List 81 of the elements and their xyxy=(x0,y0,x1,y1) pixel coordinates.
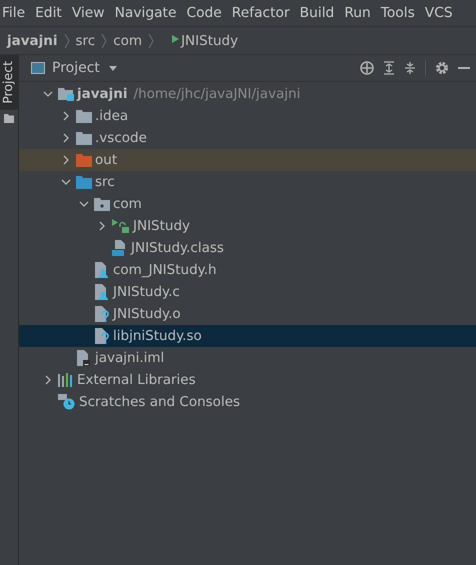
tree-item-label: out xyxy=(95,152,118,168)
tree-item-label: Scratches and Consoles xyxy=(79,394,240,410)
tree-row[interactable]: JNIStudy.o xyxy=(19,303,476,325)
tree-item-label: com_JNIStudy.h xyxy=(113,262,217,278)
folder-icon xyxy=(76,132,92,144)
menu-item[interactable]: Refactor xyxy=(232,5,290,21)
menu-item[interactable]: Navigate xyxy=(114,5,176,21)
tree-row[interactable]: JNIStudy.class xyxy=(19,237,476,259)
menu-item[interactable]: File xyxy=(2,5,26,21)
menu-item[interactable]: View xyxy=(72,5,105,21)
chevron-down-icon[interactable] xyxy=(61,179,71,185)
tree-item-label: .idea xyxy=(95,108,128,124)
project-path: /home/jhc/javaJNI/javajni xyxy=(134,86,300,102)
chevron-icon xyxy=(101,32,108,48)
tree-row[interactable]: com xyxy=(19,193,476,215)
class-run-icon xyxy=(112,219,130,233)
tree-row[interactable]: External Libraries xyxy=(19,369,476,391)
tree-item-label: JNIStudy.o xyxy=(113,306,181,322)
unknown-file-icon xyxy=(94,306,110,322)
tree-item-label: src xyxy=(95,174,115,190)
breadcrumb-item[interactable]: src xyxy=(76,32,96,48)
chevron-right-icon[interactable] xyxy=(63,133,69,143)
chevron-right-icon[interactable] xyxy=(45,375,51,385)
menu-item[interactable]: VCS xyxy=(424,5,453,21)
menu-item[interactable]: Edit xyxy=(35,5,62,21)
tree-row[interactable]: out xyxy=(19,149,476,171)
library-icon xyxy=(58,373,74,387)
c-file-icon xyxy=(94,284,110,300)
chevron-down-icon[interactable] xyxy=(43,91,53,97)
menu-item[interactable]: Run xyxy=(344,5,371,21)
tree-item-label: .vscode xyxy=(95,130,147,146)
menu-item[interactable]: Build xyxy=(300,5,334,21)
tree-item-label: javajni xyxy=(77,86,128,102)
window-icon xyxy=(31,62,45,74)
tree-item-label: JNIStudy.c xyxy=(113,284,180,300)
tree-item-label: libjniStudy.so xyxy=(113,328,202,344)
tree-item-label: JNIStudy xyxy=(133,218,190,234)
folder-icon xyxy=(76,176,92,188)
chevron-right-icon[interactable] xyxy=(63,155,69,165)
menu-item[interactable]: Tools xyxy=(380,5,415,21)
tree-row[interactable]: JNIStudy xyxy=(19,215,476,237)
unknown-file-icon xyxy=(94,328,110,344)
crosshair-icon[interactable] xyxy=(360,61,374,75)
run-icon xyxy=(172,35,180,43)
package-icon xyxy=(94,198,110,210)
c-file-icon xyxy=(94,262,110,278)
tree-row[interactable]: .vscode xyxy=(19,127,476,149)
tree-item-label: javajni.iml xyxy=(95,350,164,366)
settings-icon[interactable] xyxy=(435,61,449,75)
breadcrumb-item[interactable]: com xyxy=(113,32,142,48)
tree-row[interactable]: Scratches and Consoles xyxy=(19,391,476,413)
folder-icon xyxy=(76,110,92,122)
folder-icon xyxy=(4,114,14,123)
tree-row[interactable]: com_JNIStudy.h xyxy=(19,259,476,281)
tree-row[interactable]: JNIStudy.c xyxy=(19,281,476,303)
chevron-icon xyxy=(148,32,154,48)
collapse-all-icon[interactable] xyxy=(404,61,416,75)
file-icon xyxy=(76,350,92,366)
chevron-down-icon[interactable] xyxy=(79,201,89,207)
binary-file-icon xyxy=(112,240,128,256)
tree-row[interactable]: src xyxy=(19,171,476,193)
panel-title[interactable]: Project xyxy=(52,60,100,76)
tree-row[interactable]: javajni.iml xyxy=(19,347,476,369)
tree-item-label: JNIStudy.class xyxy=(131,240,224,256)
scratch-clock-icon xyxy=(58,394,76,410)
breadcrumb-item[interactable]: JNIStudy xyxy=(181,32,238,48)
module-folder-icon xyxy=(58,87,74,101)
chevron-icon xyxy=(64,32,70,48)
tree-row[interactable]: javajni /home/jhc/javaJNI/javajni xyxy=(19,83,476,105)
chevron-right-icon[interactable] xyxy=(63,111,69,121)
breadcrumb-item[interactable]: javajni xyxy=(7,32,58,48)
tree-row[interactable]: .idea xyxy=(19,105,476,127)
tree-item-label: External Libraries xyxy=(77,372,196,388)
expand-all-icon[interactable] xyxy=(383,61,395,75)
menu-item[interactable]: Code xyxy=(186,5,222,21)
project-tab[interactable]: Project xyxy=(0,55,18,110)
chevron-right-icon[interactable] xyxy=(99,221,105,231)
tree-row[interactable]: libjniStudy.so xyxy=(19,325,476,347)
folder-icon xyxy=(76,154,92,166)
tree-item-label: com xyxy=(113,196,142,212)
dropdown-icon[interactable] xyxy=(108,66,117,70)
